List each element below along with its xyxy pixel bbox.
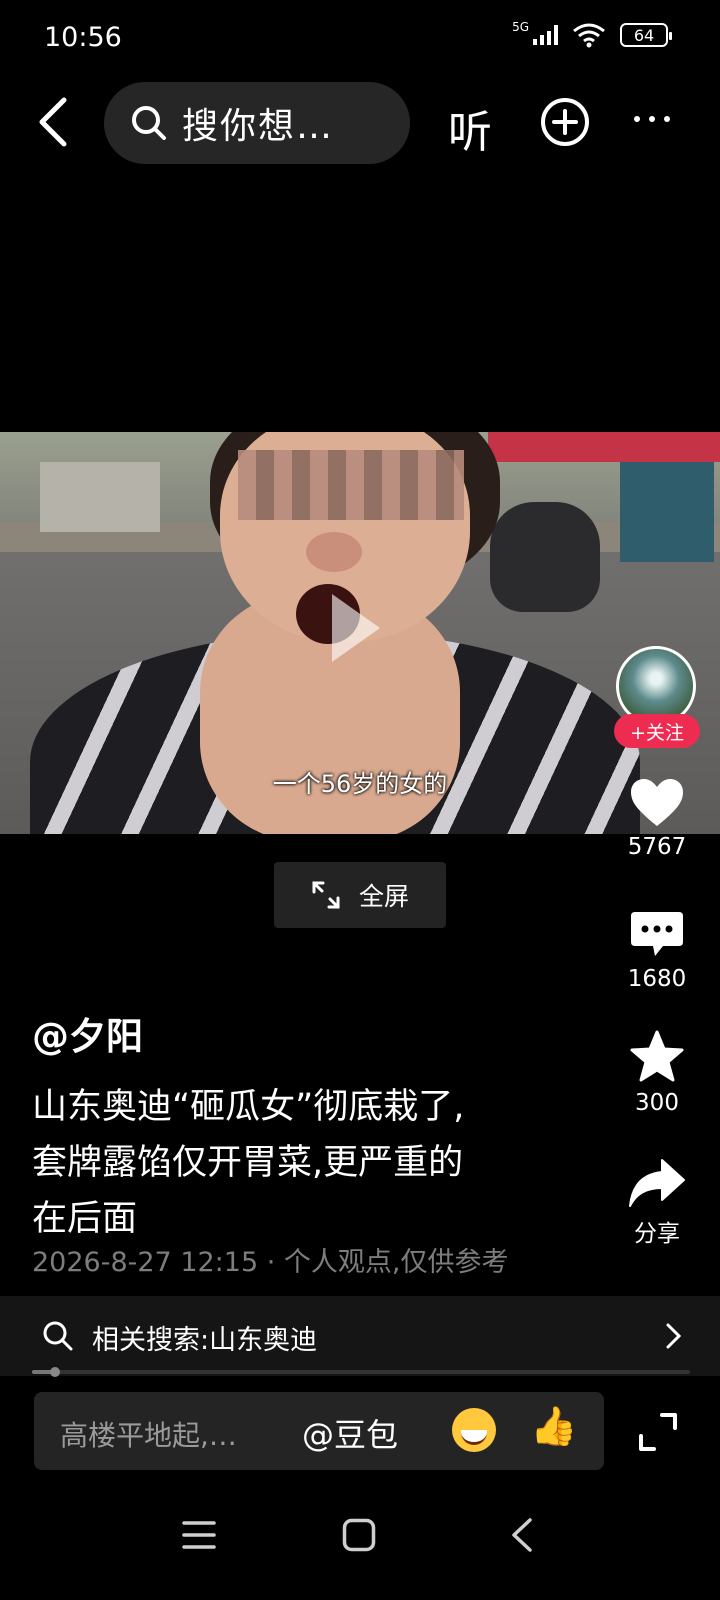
mention-button[interactable]: @豆包 [302,1410,398,1456]
favorite-count: 300 [635,1090,679,1116]
search-icon [132,106,166,140]
comment-icon [631,912,683,956]
more-options-icon[interactable] [634,116,670,122]
progress-handle[interactable] [50,1367,61,1377]
comment-input[interactable]: 高楼平地起,… @豆包 👍 [34,1392,604,1470]
fullscreen-button[interactable]: 全屏 [274,862,446,928]
related-search-label: 相关搜索:山东奥迪 [92,1325,318,1356]
network-type: 5G [512,20,529,34]
listen-button[interactable]: 听 [448,96,492,160]
search-input[interactable]: 搜你想… [104,82,410,164]
comment-placeholder: 高楼平地起,… [60,1419,237,1452]
fullscreen-label: 全屏 [358,882,409,911]
back-nav-icon[interactable] [510,1518,534,1552]
add-icon[interactable] [540,97,590,147]
star-icon [630,1030,684,1082]
back-icon[interactable] [30,94,80,150]
play-icon[interactable] [332,594,380,662]
wifi-icon [573,23,605,48]
signal-icon [533,25,558,45]
status-bar: 10:56 5G 64 [0,0,720,80]
grin-emoji-icon[interactable] [452,1408,496,1452]
chevron-right-icon [666,1323,682,1349]
related-search-bar[interactable]: 相关搜索:山东奥迪 [0,1296,720,1376]
post-title-line: 在后面 [32,1199,138,1239]
expand-icon[interactable] [638,1412,678,1452]
battery-indicator: 64 [620,23,672,47]
heart-icon [631,779,683,826]
search-icon [43,1321,73,1351]
author-name[interactable]: @夕阳 [32,1006,143,1060]
share-button[interactable]: 分享 [604,1158,710,1248]
video-progress-bar[interactable] [32,1367,690,1377]
share-label: 分享 [634,1221,680,1247]
status-icons: 5G 64 [512,20,672,48]
share-icon [629,1159,685,1207]
thumbs-up-emoji-icon[interactable]: 👍 [530,1404,577,1449]
comment-button[interactable]: 1680 [604,910,710,992]
menu-icon[interactable] [182,1520,216,1550]
post-meta: 2026-8-27 12:15 · 个人观点,仅供参考 [32,1247,509,1278]
fullscreen-icon [312,881,340,909]
search-placeholder: 搜你想… [182,106,335,147]
video-player[interactable]: 一个56岁的女的 [0,432,720,834]
system-nav-bar [0,1500,720,1580]
home-icon[interactable] [342,1518,376,1552]
like-button[interactable]: 5767 [604,778,710,860]
follow-button[interactable]: +关注 [614,714,700,748]
like-count: 5767 [627,834,687,860]
comment-count: 1680 [627,966,687,992]
status-time: 10:56 [44,22,122,53]
post-title-line: 山东奥迪“砸瓜女”彻底栽了, [32,1087,465,1127]
top-nav: 搜你想… 听 [0,80,720,164]
favorite-button[interactable]: 300 [604,1030,710,1116]
post-title-line: 套牌露馅仅开胃菜,更严重的 [32,1143,464,1183]
mosaic-blur [238,450,464,520]
